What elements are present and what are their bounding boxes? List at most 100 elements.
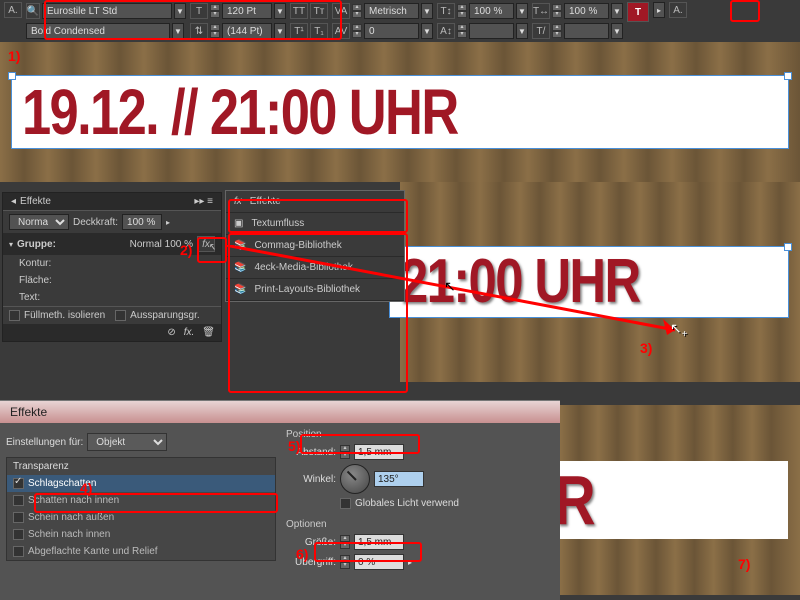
cursor-icon-2: ↖ [444, 278, 456, 295]
vscale-icon: T↕ [437, 3, 455, 19]
list-kante-relief[interactable]: Abgeflachte Kante und Relief [7, 543, 275, 560]
para-icon[interactable]: A. [669, 2, 687, 18]
knockout-checkbox[interactable] [115, 310, 126, 321]
spread-label: Übergriff: [286, 557, 336, 568]
list-schein-innen[interactable]: Schein nach innen [7, 526, 275, 543]
baseline-dropdown[interactable]: ▼ [516, 23, 528, 39]
tracking-spinner[interactable]: ▴▾ [352, 24, 362, 38]
fill-dropdown[interactable]: ▸ [653, 2, 665, 18]
size-icon: T [190, 3, 208, 19]
row-text[interactable]: Text: [3, 289, 221, 306]
distance-spinner[interactable]: ▴▾ [340, 445, 350, 459]
knockout-label: Aussparungsgr. [130, 310, 200, 321]
settings-for-label: Einstellungen für: [6, 437, 83, 448]
baseline-spinner[interactable]: ▴▾ [457, 24, 467, 38]
list-schein-aussen[interactable]: Schein nach außen [7, 509, 275, 526]
library-icon: 📚 [234, 240, 246, 251]
kerning-spinner[interactable]: ▴▾ [352, 4, 362, 18]
dialog-title: Effekte [0, 401, 560, 423]
flyout-printlayouts[interactable]: 📚Print-Layouts-Bibliothek [226, 279, 404, 301]
baseline-field[interactable] [469, 23, 514, 39]
font-family-dropdown[interactable]: ▼ [174, 3, 186, 19]
headline-text-3[interactable]: 0 UHR [560, 465, 715, 535]
skew-dropdown[interactable]: ▼ [611, 23, 623, 39]
effects-panel: ◂ Effekte▸▸ ≡ Normal Deckkraft: ▸ ▾ Grup… [2, 192, 222, 342]
superscript-icon[interactable]: T¹ [290, 23, 308, 39]
flyout-commag[interactable]: 📚Commag-Bibliothek [226, 235, 404, 257]
character-toolbar: A. 🔍 ▼ ▼ T ▴▾ ▼ ⇅ ▴▾ ▼ TT Tᴛ [0, 0, 800, 42]
font-style-field[interactable] [26, 23, 170, 39]
vscale-field[interactable] [469, 3, 514, 19]
leading-dropdown[interactable]: ▼ [274, 23, 286, 39]
blend-mode-select[interactable]: Normal [9, 214, 69, 230]
position-legend: Position [286, 429, 546, 440]
wrap-icon: ▣ [234, 218, 243, 229]
settings-for-select[interactable]: Objekt [87, 433, 167, 451]
annot-5: 5) [288, 438, 300, 454]
clear-fx-icon[interactable]: ⊘ [167, 327, 175, 338]
vscale-spinner[interactable]: ▴▾ [457, 4, 467, 18]
spread-spinner[interactable]: ▴▾ [340, 555, 350, 569]
global-light-label: Globales Licht verwend [355, 498, 459, 509]
angle-dial[interactable] [340, 464, 370, 494]
flyout-textumfluss[interactable]: ▣Textumfluss [226, 213, 404, 235]
size-spinner[interactable]: ▴▾ [340, 535, 350, 549]
kerning-dropdown[interactable]: ▼ [421, 3, 433, 19]
annot-1: 1) [8, 48, 20, 64]
canvas-area-1: 19.12. // 21:00 UHR [0, 42, 800, 182]
allcaps-icon[interactable]: TT [290, 3, 308, 19]
spread-field[interactable] [354, 554, 404, 570]
search-icon[interactable]: 🔍 [26, 3, 40, 19]
list-schlagschatten[interactable]: Schlagschatten [7, 475, 275, 492]
angle-field[interactable] [374, 471, 424, 487]
vscale-dropdown[interactable]: ▼ [516, 3, 528, 19]
global-light-checkbox[interactable] [340, 498, 351, 509]
schlagschatten-checkbox[interactable] [13, 478, 24, 489]
library-icon: 📚 [234, 262, 246, 273]
list-schatten-innen[interactable]: Schatten nach innen [7, 492, 275, 509]
leading-spinner[interactable]: ▴▾ [210, 24, 220, 38]
flyout-effekte[interactable]: fxEffekte [226, 191, 404, 213]
size-field[interactable] [354, 534, 404, 550]
font-size-field[interactable] [222, 3, 272, 19]
opacity-label: Deckkraft: [73, 217, 118, 228]
tracking-dropdown[interactable]: ▼ [421, 23, 433, 39]
text-frame-3[interactable]: 0 UHR [560, 461, 788, 539]
kerning-icon: VA [332, 3, 350, 19]
effects-panel-tab[interactable]: ◂ Effekte▸▸ ≡ [3, 193, 221, 211]
skew-icon: T/ [532, 23, 550, 39]
font-style-dropdown[interactable]: ▼ [172, 23, 184, 39]
hscale-spinner[interactable]: ▴▾ [552, 4, 562, 18]
font-family-field[interactable] [42, 3, 172, 19]
hscale-dropdown[interactable]: ▼ [611, 3, 623, 19]
list-header[interactable]: Transparenz [7, 458, 275, 475]
row-flaeche[interactable]: Fläche: [3, 272, 221, 289]
effects-dialog: Effekte Einstellungen für: Objekt Transp… [0, 400, 560, 600]
skew-field[interactable] [564, 23, 609, 39]
text-frame-1[interactable]: 19.12. // 21:00 UHR [12, 76, 788, 148]
subscript-icon[interactable]: T₁ [310, 23, 328, 39]
flyout-4eck[interactable]: 📚4eck-Media-Bibliothek [226, 257, 404, 279]
paragraph-icon[interactable]: A. [4, 2, 22, 18]
kerning-field[interactable] [364, 3, 419, 19]
headline-text-1[interactable]: 19.12. // 21:00 UHR [22, 80, 642, 144]
angle-label: Winkel: [286, 474, 336, 485]
annot-3: 3) [640, 340, 652, 356]
size-dropdown[interactable]: ▼ [274, 3, 286, 19]
opacity-field[interactable] [122, 214, 162, 230]
size-spinner[interactable]: ▴▾ [210, 4, 220, 18]
isolate-checkbox[interactable] [9, 310, 20, 321]
fx-menu-icon[interactable]: fx. [184, 327, 195, 338]
fx-icon: fx [234, 196, 242, 207]
distance-field[interactable] [354, 444, 404, 460]
trash-icon[interactable]: 🗑 [202, 327, 215, 338]
skew-spinner[interactable]: ▴▾ [552, 24, 562, 38]
leading-field[interactable] [222, 23, 272, 39]
smallcaps-icon[interactable]: Tᴛ [310, 3, 328, 19]
annot-4: 4) [80, 480, 92, 496]
fill-color-swatch[interactable]: T [627, 2, 649, 22]
fx-button[interactable]: fx↖ [197, 236, 215, 252]
tracking-field[interactable] [364, 23, 419, 39]
hscale-field[interactable] [564, 3, 609, 19]
annot-6: 6) [296, 546, 308, 562]
